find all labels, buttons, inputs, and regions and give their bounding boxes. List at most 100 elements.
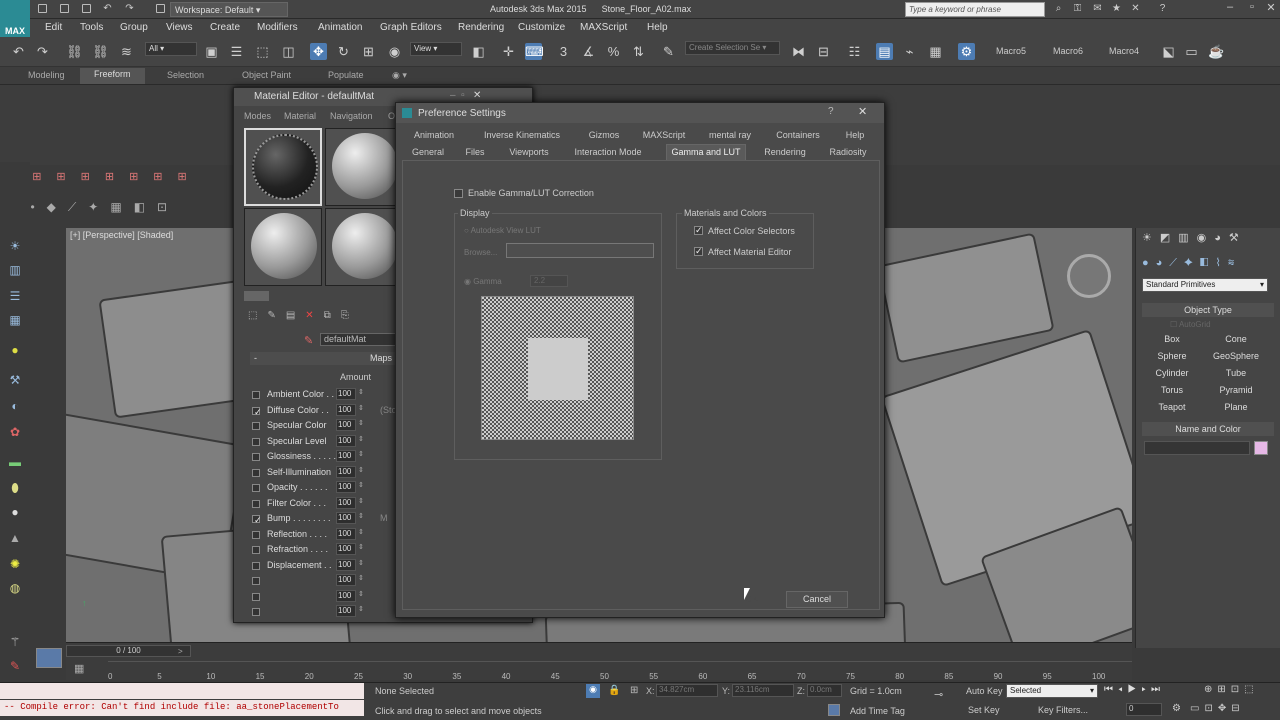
new-icon[interactable]	[38, 4, 47, 13]
tab-inverse-kinematics[interactable]: Inverse Kinematics	[476, 128, 568, 143]
workspace-dropdown[interactable]: Workspace: Default ▾	[170, 2, 288, 17]
z-coord-field[interactable]: 0.0cm	[807, 684, 842, 697]
torus-button[interactable]: Torus	[1142, 383, 1202, 397]
map-enable-checkbox[interactable]: ✓	[252, 406, 262, 417]
map-enable-checkbox[interactable]	[252, 391, 260, 399]
mirror-icon[interactable]: ⧓	[790, 43, 807, 60]
select-object-icon[interactable]: ▣	[203, 43, 220, 60]
curve-editor-icon[interactable]: ⌁	[901, 43, 918, 60]
display-icon[interactable]: ●	[7, 342, 23, 358]
ribbon-options-icon[interactable]: ◉ ▾	[392, 70, 407, 81]
material-editor-icon[interactable]: ⚙	[958, 43, 975, 60]
menu-edit[interactable]: Edit	[45, 22, 62, 33]
map-enable-checkbox[interactable]	[252, 561, 260, 570]
menu-modifiers[interactable]: Modifiers	[257, 22, 298, 33]
tab-gizmos[interactable]: Gizmos	[582, 128, 626, 143]
viewcube[interactable]	[1067, 254, 1111, 298]
tab-modeling[interactable]: Modeling	[28, 70, 65, 80]
sphere-tool-icon[interactable]: ●	[7, 504, 23, 520]
material-editor-window-buttons[interactable]: – ▫ ✕	[450, 90, 481, 101]
tab-object-paint[interactable]: Object Paint	[242, 70, 291, 80]
snaps-toggle-icon[interactable]: 3	[555, 43, 572, 60]
menu-options[interactable]: O	[388, 111, 395, 121]
object-toolbar[interactable]: ◉•◆⟋✦▦◧⊡	[8, 200, 233, 220]
object-color-swatch[interactable]	[1254, 441, 1268, 455]
map-amount-field[interactable]: 100	[336, 589, 356, 602]
sample-slot-3[interactable]	[244, 208, 322, 286]
menu-animation[interactable]: Animation	[318, 22, 362, 33]
tab-interaction-mode[interactable]: Interaction Mode	[568, 145, 648, 160]
map-enable-checkbox[interactable]	[252, 499, 260, 508]
map-enable-checkbox[interactable]	[252, 484, 260, 492]
map-amount-field[interactable]: 100	[336, 403, 356, 416]
map-enable-checkbox[interactable]	[252, 453, 260, 461]
communication-icon[interactable]: ✉	[1092, 3, 1103, 14]
tab-maxscript[interactable]: MAXScript	[638, 128, 690, 143]
teapot-button[interactable]: Teapot	[1142, 400, 1202, 414]
scene-explorer-icon[interactable]: ▤	[876, 43, 893, 60]
tab-viewports[interactable]: Viewports	[504, 145, 554, 160]
scene-tool-icon[interactable]: ◐	[7, 398, 23, 414]
affect-material-editor-checkbox[interactable]: ✓	[694, 247, 703, 256]
undo-icon[interactable]: ↶	[102, 3, 113, 14]
time-slider[interactable]: 0 / 100	[66, 645, 191, 657]
menu-modes[interactable]: Modes	[244, 111, 271, 121]
map-amount-field[interactable]: 100	[336, 388, 356, 400]
material-toolbar[interactable]: ⬚✎▤✕⧉⎘	[248, 310, 398, 326]
map-amount-field[interactable]: 100	[336, 543, 356, 555]
amount-spinner[interactable]: ⇕	[358, 497, 364, 505]
amount-spinner[interactable]: ⇕	[358, 466, 364, 474]
tab-radiosity[interactable]: Radiosity	[824, 145, 872, 160]
map-amount-field[interactable]: 100	[336, 558, 356, 571]
select-move-icon[interactable]: ✥	[310, 43, 327, 60]
sphere-button[interactable]: Sphere	[1142, 349, 1202, 363]
affect-color-selectors-checkbox[interactable]: ✓	[694, 226, 703, 235]
name-and-color-rollout[interactable]: Name and Color	[1142, 422, 1274, 436]
autogrid-checkbox[interactable]: ☐ AutoGrid	[1170, 320, 1211, 329]
tab-general[interactable]: General	[406, 145, 450, 160]
map-amount-field[interactable]: 100	[336, 512, 356, 524]
playback-controls[interactable]: ⏮◂▶▸⏭	[1104, 684, 1165, 695]
menu-customize[interactable]: Customize	[518, 22, 565, 33]
menu-create[interactable]: Create	[210, 22, 240, 33]
spinner-snap-icon[interactable]: ⇅	[630, 43, 647, 60]
map-enable-checkbox[interactable]	[252, 608, 260, 616]
lut-path-input[interactable]	[506, 243, 654, 258]
primitive-category-dropdown[interactable]: Standard Primitives ▾	[1142, 278, 1268, 292]
sample-slot-4[interactable]	[325, 208, 403, 286]
amount-spinner[interactable]: ⇕	[358, 435, 364, 443]
tab-animation[interactable]: Animation	[406, 128, 462, 143]
minimize-icon[interactable]: –	[1218, 1, 1242, 17]
select-rotate-icon[interactable]: ↻	[335, 43, 352, 60]
named-selection-dropdown[interactable]: Create Selection Se ▾	[685, 41, 780, 55]
bind-spacewarp-icon[interactable]: ≋	[118, 43, 135, 60]
map-enable-checkbox[interactable]	[252, 592, 260, 601]
render-setup-icon[interactable]: ⬕	[1160, 43, 1177, 60]
motion-icon[interactable]: ▦	[7, 312, 23, 328]
place-icon[interactable]: ◉	[386, 43, 403, 60]
viewport-nav-controls[interactable]: ⊕⊞⊡⬚	[1204, 684, 1259, 695]
command-panel-tabs[interactable]: ☀◩▥◉◕⚒	[1142, 231, 1277, 247]
macro6-button[interactable]: Macro6	[1053, 46, 1083, 56]
add-time-tag-button[interactable]: Add Time Tag	[850, 706, 905, 716]
map-amount-field[interactable]: 100	[336, 574, 356, 586]
maxscript-listener-mini[interactable]	[0, 683, 364, 699]
map-amount-field[interactable]: 100	[336, 481, 356, 493]
amount-spinner[interactable]: ⇕	[358, 481, 364, 489]
cancel-button[interactable]: Cancel	[786, 591, 848, 608]
pick-material-icon[interactable]: ✎	[304, 334, 313, 347]
object-name-input[interactable]	[1144, 441, 1250, 455]
y-coord-field[interactable]: 23.116cm	[732, 684, 794, 697]
tab-help[interactable]: Help	[838, 128, 872, 143]
geometry-icon[interactable]: ⬮	[7, 480, 23, 496]
enable-gamma-checkbox[interactable]	[454, 189, 463, 198]
sun-icon[interactable]: ✺	[7, 556, 23, 572]
window-crossing-icon[interactable]: ◫	[280, 43, 297, 60]
shapes-icon[interactable]: ▬	[7, 454, 23, 470]
menu-material[interactable]: Material	[284, 111, 316, 121]
tab-mental-ray[interactable]: mental ray	[702, 128, 758, 143]
favorites-icon[interactable]: ★	[1111, 3, 1122, 14]
map-enable-checkbox[interactable]	[252, 530, 260, 539]
map-amount-field[interactable]: 100	[336, 527, 356, 540]
amount-spinner[interactable]: ⇕	[358, 388, 364, 396]
